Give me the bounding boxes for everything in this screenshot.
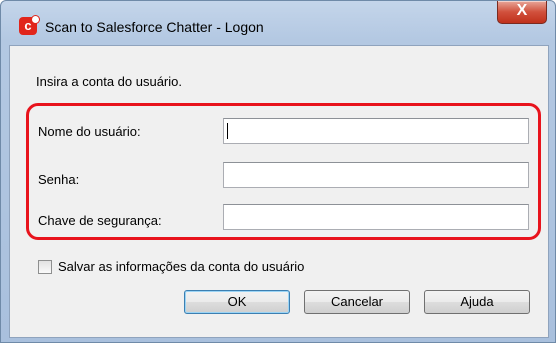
dialog-body: Insira a conta do usuário. Nome do usuár… xyxy=(9,45,549,338)
password-label: Senha: xyxy=(38,172,80,187)
save-account-label[interactable]: Salvar as informações da conta do usuári… xyxy=(58,259,304,274)
ok-button[interactable]: OK xyxy=(184,290,290,314)
username-field[interactable] xyxy=(223,118,529,144)
close-button[interactable]: X xyxy=(497,1,547,24)
security-key-field[interactable] xyxy=(223,204,529,230)
account-prompt: Insira a conta do usuário. xyxy=(36,74,182,89)
cancel-button[interactable]: Cancelar xyxy=(304,290,410,314)
title-bar[interactable]: c Scan to Salesforce Chatter - Logon X xyxy=(1,1,555,43)
help-button[interactable]: Ajuda xyxy=(424,290,530,314)
salesforce-chatter-icon: c xyxy=(19,15,40,35)
save-account-checkbox[interactable] xyxy=(38,260,52,274)
username-label: Nome do usuário: xyxy=(38,124,141,139)
text-caret xyxy=(227,123,228,139)
security-key-label: Chave de segurança: xyxy=(38,213,162,228)
password-field[interactable] xyxy=(223,162,529,188)
window-title: Scan to Salesforce Chatter - Logon xyxy=(45,19,264,35)
logon-dialog-window: c Scan to Salesforce Chatter - Logon X I… xyxy=(0,0,556,343)
